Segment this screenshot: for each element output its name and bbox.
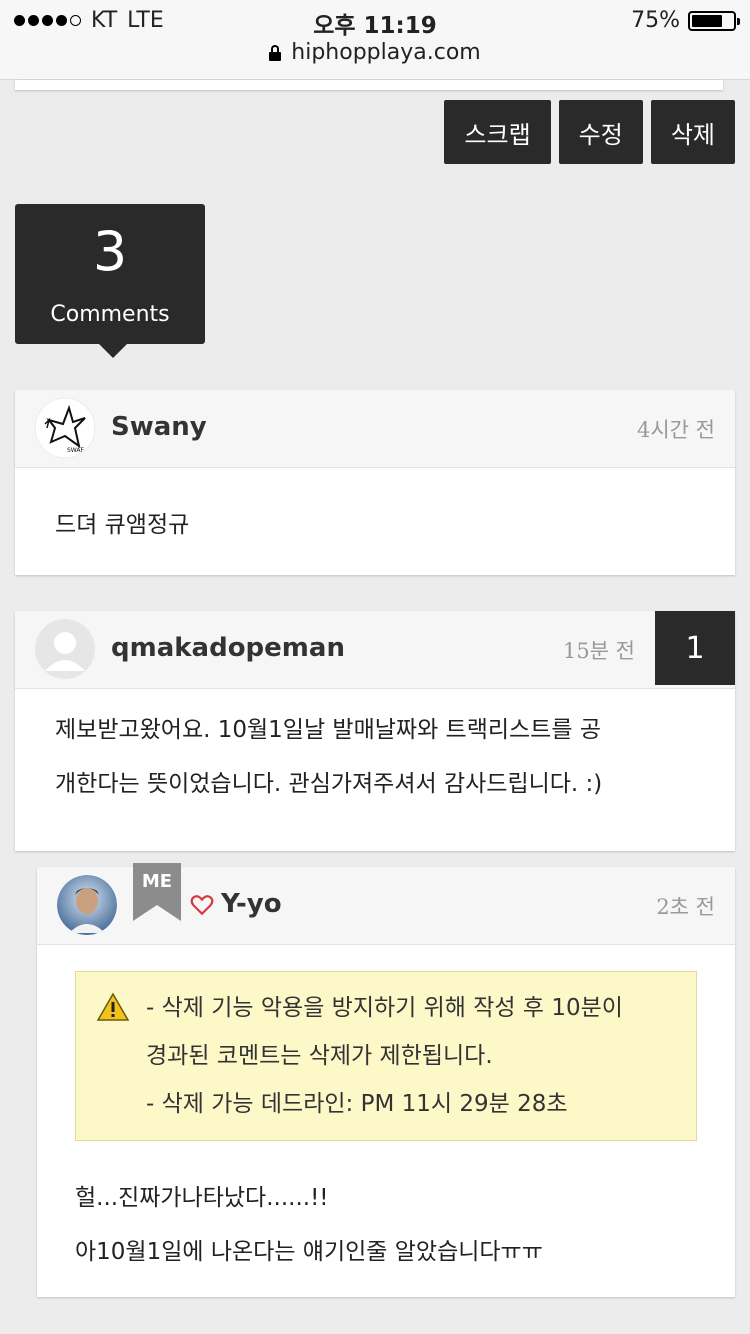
comment-item: SWAF Swany 4시간 전 드뎌 큐앰정규 [15, 390, 735, 575]
battery-icon [688, 10, 740, 31]
url-text: hiphopplaya.com [291, 40, 481, 65]
reply-header: ME Y-yo 2초 전 [37, 863, 735, 945]
reply-text: 헐...진짜가나타났다......!! 아10월1일에 나온다는 얘기인줄 알았… [37, 1141, 735, 1309]
reply-line: 헐...진짜가나타났다......!! [75, 1185, 329, 1211]
comment-count-number: 3 [92, 220, 128, 283]
comment-item: qmakadopeman 15분 전 1 제보받고왔어요. 10월1일날 발매날… [15, 611, 735, 851]
status-bar: KT LTE 오후 11:19 75% hiphopplaya.com [0, 0, 750, 80]
comment-header: qmakadopeman 15분 전 1 [15, 611, 735, 689]
post-actions: 스크랩 수정 삭제 [444, 100, 735, 164]
comment-text: 드뎌 큐앰정규 [55, 512, 190, 538]
reply-line: 아10월1일에 나온다는 얘기인줄 알았습니다ㅠㅠ [75, 1239, 543, 1265]
comment-line: 개한다는 뜻이었습니다. 관심가져주셔서 감사드립니다. :) [55, 771, 603, 797]
comment-time: 15분 전 [562, 639, 635, 663]
reply-author[interactable]: Y-yo [221, 889, 282, 919]
heart-icon[interactable] [189, 891, 215, 917]
vote-count[interactable]: 1 [655, 611, 735, 685]
notice-deadline: - 삭제 가능 데드라인: PM 11시 29분 28초 [146, 1091, 568, 1117]
comment-line: 제보받고왔어요. 10월1일날 발매날짜와 트랙리스트를 공 [55, 717, 601, 743]
me-badge: ME [133, 863, 181, 921]
delete-deadline-notice: - 삭제 기능 악용을 방지하기 위해 작성 후 10분이 경과된 코멘트는 삭… [75, 971, 697, 1141]
battery-indicator: 75% [631, 8, 740, 33]
delete-button[interactable]: 삭제 [650, 100, 735, 164]
comment-text: 제보받고왔어요. 10월1일날 발매날짜와 트랙리스트를 공 개한다는 뜻이었습… [15, 689, 735, 841]
avatar[interactable]: SWAF [35, 398, 95, 458]
edit-button[interactable]: 수정 [558, 100, 643, 164]
comment-time: 4시간 전 [637, 418, 715, 442]
comment-author[interactable]: qmakadopeman [111, 633, 345, 663]
comment-author[interactable]: Swany [111, 412, 207, 442]
comment-count-label: Comments [50, 302, 170, 327]
svg-text:SWAF: SWAF [67, 447, 85, 454]
address-bar[interactable]: hiphopplaya.com [0, 40, 750, 65]
lock-icon [269, 44, 282, 61]
comment-count-box: 3 Comments [15, 204, 205, 358]
avatar[interactable] [35, 619, 95, 679]
reply-time: 2초 전 [656, 895, 715, 919]
warning-icon [96, 992, 130, 1021]
notice-line: - 삭제 기능 악용을 방지하기 위해 작성 후 10분이 [146, 995, 623, 1021]
avatar[interactable] [57, 875, 117, 935]
reply-item: ME Y-yo 2초 전 - 삭제 기능 악용을 방지하기 위해 작성 후 10… [37, 863, 735, 1297]
notice-line: 경과된 코멘트는 삭제가 제한됩니다. [146, 1043, 493, 1069]
battery-percent: 75% [631, 8, 680, 33]
comment-header: SWAF Swany 4시간 전 [15, 390, 735, 468]
me-badge-label: ME [141, 871, 173, 892]
scrap-button[interactable]: 스크랩 [444, 100, 551, 164]
post-card-bottom [15, 80, 723, 90]
